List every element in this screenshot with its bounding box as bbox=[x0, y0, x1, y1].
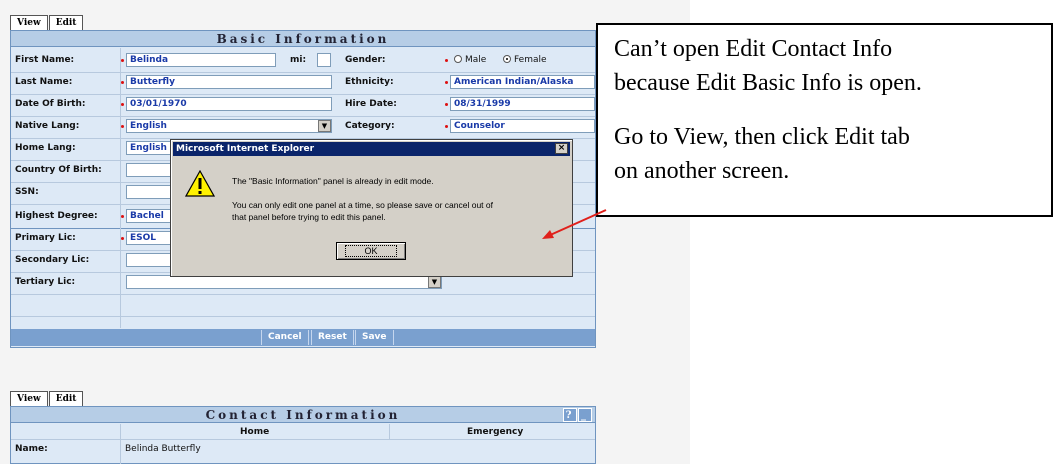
ok-label: OK bbox=[345, 245, 397, 257]
ethnicity-select[interactable]: American Indian/Alaska bbox=[450, 75, 595, 89]
chevron-down-icon[interactable]: ▼ bbox=[428, 276, 441, 288]
top-tab-strip: View Edit bbox=[10, 14, 84, 30]
cancel-button[interactable]: Cancel bbox=[261, 330, 309, 345]
hire-date-label: Hire Date: bbox=[345, 99, 397, 109]
hire-date-input[interactable]: 08/31/1999 bbox=[450, 97, 595, 111]
col-home-header: Home bbox=[240, 427, 270, 437]
chevron-down-icon[interactable]: ▼ bbox=[318, 120, 331, 132]
required-marker bbox=[121, 103, 124, 106]
callout-line4: on another screen. bbox=[614, 158, 790, 184]
callout-line1: Can’t open Edit Contact Info bbox=[614, 36, 893, 62]
reset-button[interactable]: Reset bbox=[311, 330, 354, 345]
dob-input[interactable]: 03/01/1970 bbox=[126, 97, 332, 111]
tab-view[interactable]: View bbox=[10, 15, 48, 30]
required-marker bbox=[445, 59, 448, 62]
ie-alert-dialog: Microsoft Internet Explorer × The "Basic… bbox=[170, 139, 573, 277]
category-select[interactable]: Counselor bbox=[450, 119, 595, 133]
tab-edit[interactable]: Edit bbox=[48, 15, 84, 30]
contact-name-home: Belinda Butterfly bbox=[125, 444, 201, 454]
contact-panel-title: Contact Information ? _ bbox=[11, 407, 595, 423]
ssn-label: SSN: bbox=[15, 187, 39, 197]
country-label: Country Of Birth: bbox=[15, 165, 102, 175]
gender-label: Gender: bbox=[345, 55, 386, 65]
close-icon[interactable]: × bbox=[555, 143, 568, 154]
native-lang-label: Native Lang: bbox=[15, 121, 80, 131]
last-name-label: Last Name: bbox=[15, 77, 73, 87]
required-marker bbox=[121, 59, 124, 62]
red-arrow bbox=[542, 209, 607, 239]
tab-view-contact[interactable]: View bbox=[10, 391, 48, 406]
first-name-input[interactable]: Belinda bbox=[126, 53, 276, 67]
button-bar: Cancel Reset Save bbox=[11, 329, 595, 346]
minimize-icon[interactable]: _ bbox=[578, 408, 592, 422]
mi-label: mi: bbox=[290, 55, 307, 65]
dialog-title: Microsoft Internet Explorer × bbox=[173, 142, 570, 156]
secondary-lic-label: Secondary Lic: bbox=[15, 255, 90, 265]
home-lang-label: Home Lang: bbox=[15, 143, 76, 153]
highest-degree-select[interactable]: Bachel bbox=[126, 209, 176, 223]
required-marker bbox=[121, 215, 124, 218]
annotation-callout: Can’t open Edit Contact Info because Edi… bbox=[596, 23, 1053, 217]
tertiary-lic-label: Tertiary Lic: bbox=[15, 277, 76, 287]
warning-icon bbox=[185, 170, 215, 197]
callout-line3: Go to View, then click Edit tab bbox=[614, 124, 910, 150]
required-marker bbox=[445, 103, 448, 106]
female-label: Female bbox=[514, 55, 547, 65]
dialog-message-line1: The "Basic Information" panel is already… bbox=[232, 176, 434, 186]
tab-edit-contact[interactable]: Edit bbox=[48, 391, 84, 406]
primary-lic-select[interactable]: ESOL bbox=[126, 231, 176, 245]
panel-title: Basic Information bbox=[11, 31, 595, 47]
category-label: Category: bbox=[345, 121, 395, 131]
required-marker bbox=[445, 81, 448, 84]
contact-name-label: Name: bbox=[15, 444, 48, 454]
col-emergency-header: Emergency bbox=[467, 427, 524, 437]
required-marker bbox=[445, 125, 448, 128]
ethnicity-label: Ethnicity: bbox=[345, 77, 394, 87]
callout-line2: because Edit Basic Info is open. bbox=[614, 70, 922, 96]
first-name-label: First Name: bbox=[15, 55, 75, 65]
ok-button[interactable]: OK bbox=[336, 242, 406, 260]
dialog-title-text: Microsoft Internet Explorer bbox=[176, 144, 315, 154]
dob-label: Date Of Birth: bbox=[15, 99, 86, 109]
dialog-message-line3: that panel before trying to edit this pa… bbox=[232, 212, 386, 222]
required-marker bbox=[121, 125, 124, 128]
mi-input[interactable] bbox=[317, 53, 331, 67]
primary-lic-label: Primary Lic: bbox=[15, 233, 76, 243]
bottom-tab-strip: View Edit bbox=[10, 390, 84, 406]
male-radio[interactable] bbox=[454, 55, 462, 63]
highest-degree-label: Highest Degree: bbox=[15, 211, 98, 221]
female-radio[interactable] bbox=[503, 55, 511, 63]
save-button[interactable]: Save bbox=[355, 330, 394, 345]
help-icon[interactable]: ? bbox=[563, 408, 577, 422]
required-marker bbox=[121, 237, 124, 240]
required-marker bbox=[121, 81, 124, 84]
dialog-message-line2: You can only edit one panel at a time, s… bbox=[232, 200, 493, 210]
contact-info-panel: Contact Information ? _ Home Emergency N… bbox=[10, 406, 596, 464]
native-lang-select[interactable]: English bbox=[126, 119, 332, 133]
last-name-input[interactable]: Butterfly bbox=[126, 75, 332, 89]
tertiary-lic-select[interactable] bbox=[126, 275, 442, 289]
male-label: Male bbox=[465, 55, 487, 65]
